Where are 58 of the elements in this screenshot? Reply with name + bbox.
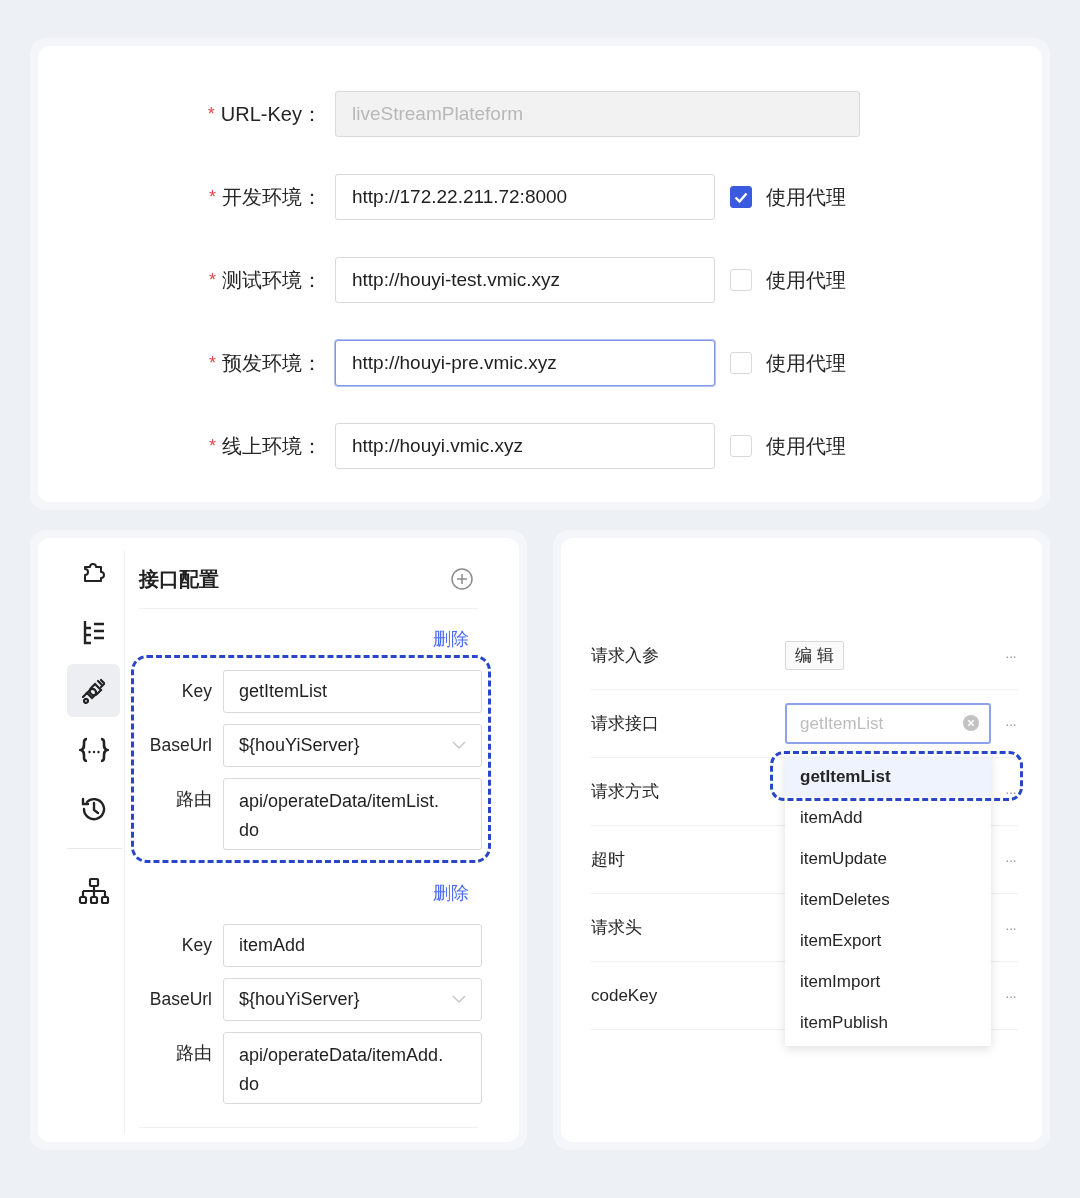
- field-label: 预发环境：: [222, 350, 322, 376]
- required-mark: *: [209, 435, 216, 457]
- required-mark: *: [209, 186, 216, 208]
- select-field[interactable]: getItemList: [785, 703, 991, 744]
- chevron-down-icon: [452, 995, 466, 1004]
- sidebar-tool[interactable]: [67, 664, 120, 717]
- check-icon: [734, 191, 748, 203]
- checkbox-label: 使用代理: [766, 433, 846, 459]
- setting-label: 超时: [591, 849, 626, 871]
- textarea-field[interactable]: api/operateData/itemAdd.do: [223, 1032, 482, 1104]
- dropdown-option[interactable]: itemPublish: [785, 1002, 991, 1043]
- field-label: 路由: [175, 788, 212, 811]
- checkbox-label: 使用代理: [766, 184, 846, 210]
- textarea-field[interactable]: api/operateData/itemList.do: [223, 778, 482, 850]
- add-circle-icon[interactable]: [451, 568, 473, 590]
- dropdown-option[interactable]: itemAdd: [785, 797, 991, 838]
- input-field[interactable]: http://houyi-pre.vmic.xyz: [335, 340, 715, 386]
- checkbox-label: 使用代理: [766, 350, 846, 376]
- required-mark: *: [209, 352, 216, 374]
- chevron-down-icon: [452, 741, 466, 750]
- input-field[interactable]: getItemList: [223, 670, 482, 713]
- field-label: 测试环境：: [222, 267, 322, 293]
- input-field[interactable]: itemAdd: [223, 924, 482, 967]
- setting-label: 请求头: [591, 917, 643, 939]
- input-field[interactable]: http://houyi-test.vmic.xyz: [335, 257, 715, 303]
- field-label: BaseUrl: [148, 988, 212, 1011]
- setting-label: 请求方式: [591, 781, 660, 803]
- dropdown-option[interactable]: getItemList: [785, 756, 991, 797]
- plug-icon: [79, 676, 108, 705]
- required-mark: *: [209, 269, 216, 291]
- required-mark: *: [207, 103, 215, 125]
- setting-label: 请求入参: [591, 645, 660, 667]
- list-tree-icon: [81, 618, 106, 645]
- braces-icon: [78, 736, 109, 763]
- checkbox[interactable]: [730, 186, 752, 208]
- dropdown-option[interactable]: itemImport: [785, 961, 991, 1002]
- delete-link[interactable]: 删除: [433, 627, 469, 652]
- field-label: URL-Key：: [220, 101, 322, 127]
- sitemap-icon: [77, 876, 110, 905]
- edit-button[interactable]: 编 辑: [785, 641, 844, 670]
- select-field[interactable]: ${houYiServer}: [223, 978, 482, 1021]
- dropdown-option[interactable]: itemExport: [785, 920, 991, 961]
- input-field[interactable]: http://houyi.vmic.xyz: [335, 423, 715, 469]
- panel-title: 接口配置: [139, 566, 219, 592]
- field-label: 路由: [175, 1042, 212, 1065]
- dropdown-option[interactable]: itemUpdate: [785, 838, 991, 879]
- dropdown-option[interactable]: itemDeletes: [785, 879, 991, 920]
- setting-label: codeKey: [591, 985, 659, 1006]
- select-field[interactable]: ${houYiServer}: [223, 724, 482, 767]
- input-field[interactable]: http://172.22.211.72:8000: [335, 174, 715, 220]
- delete-link[interactable]: 删除: [433, 881, 469, 906]
- field-label: 线上环境：: [222, 433, 322, 459]
- field-label: Key: [180, 934, 212, 957]
- field-label: 开发环境：: [222, 184, 322, 210]
- field-label: Key: [180, 680, 212, 703]
- setting-label: 请求接口: [591, 713, 660, 735]
- field-label: BaseUrl: [148, 734, 212, 757]
- checkbox-label: 使用代理: [766, 267, 846, 293]
